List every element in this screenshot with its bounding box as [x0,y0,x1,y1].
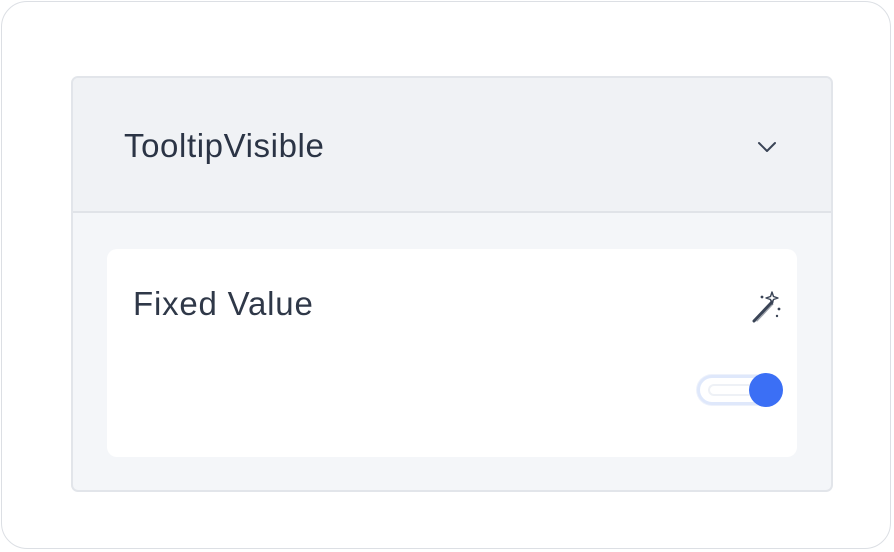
fixed-value-card: Fixed Value [107,249,797,457]
fixed-value-label: Fixed Value [133,285,314,322]
panel-header[interactable]: TooltipVisible [73,78,831,213]
panel-title: TooltipVisible [124,127,325,164]
fixed-value-toggle[interactable] [697,373,785,407]
chevron-down-icon[interactable] [755,138,779,156]
magic-wand-icon[interactable] [748,289,784,325]
window-frame: TooltipVisible Fixed Value [1,1,891,549]
property-panel: TooltipVisible Fixed Value [71,76,833,492]
toggle-knob [749,373,783,407]
